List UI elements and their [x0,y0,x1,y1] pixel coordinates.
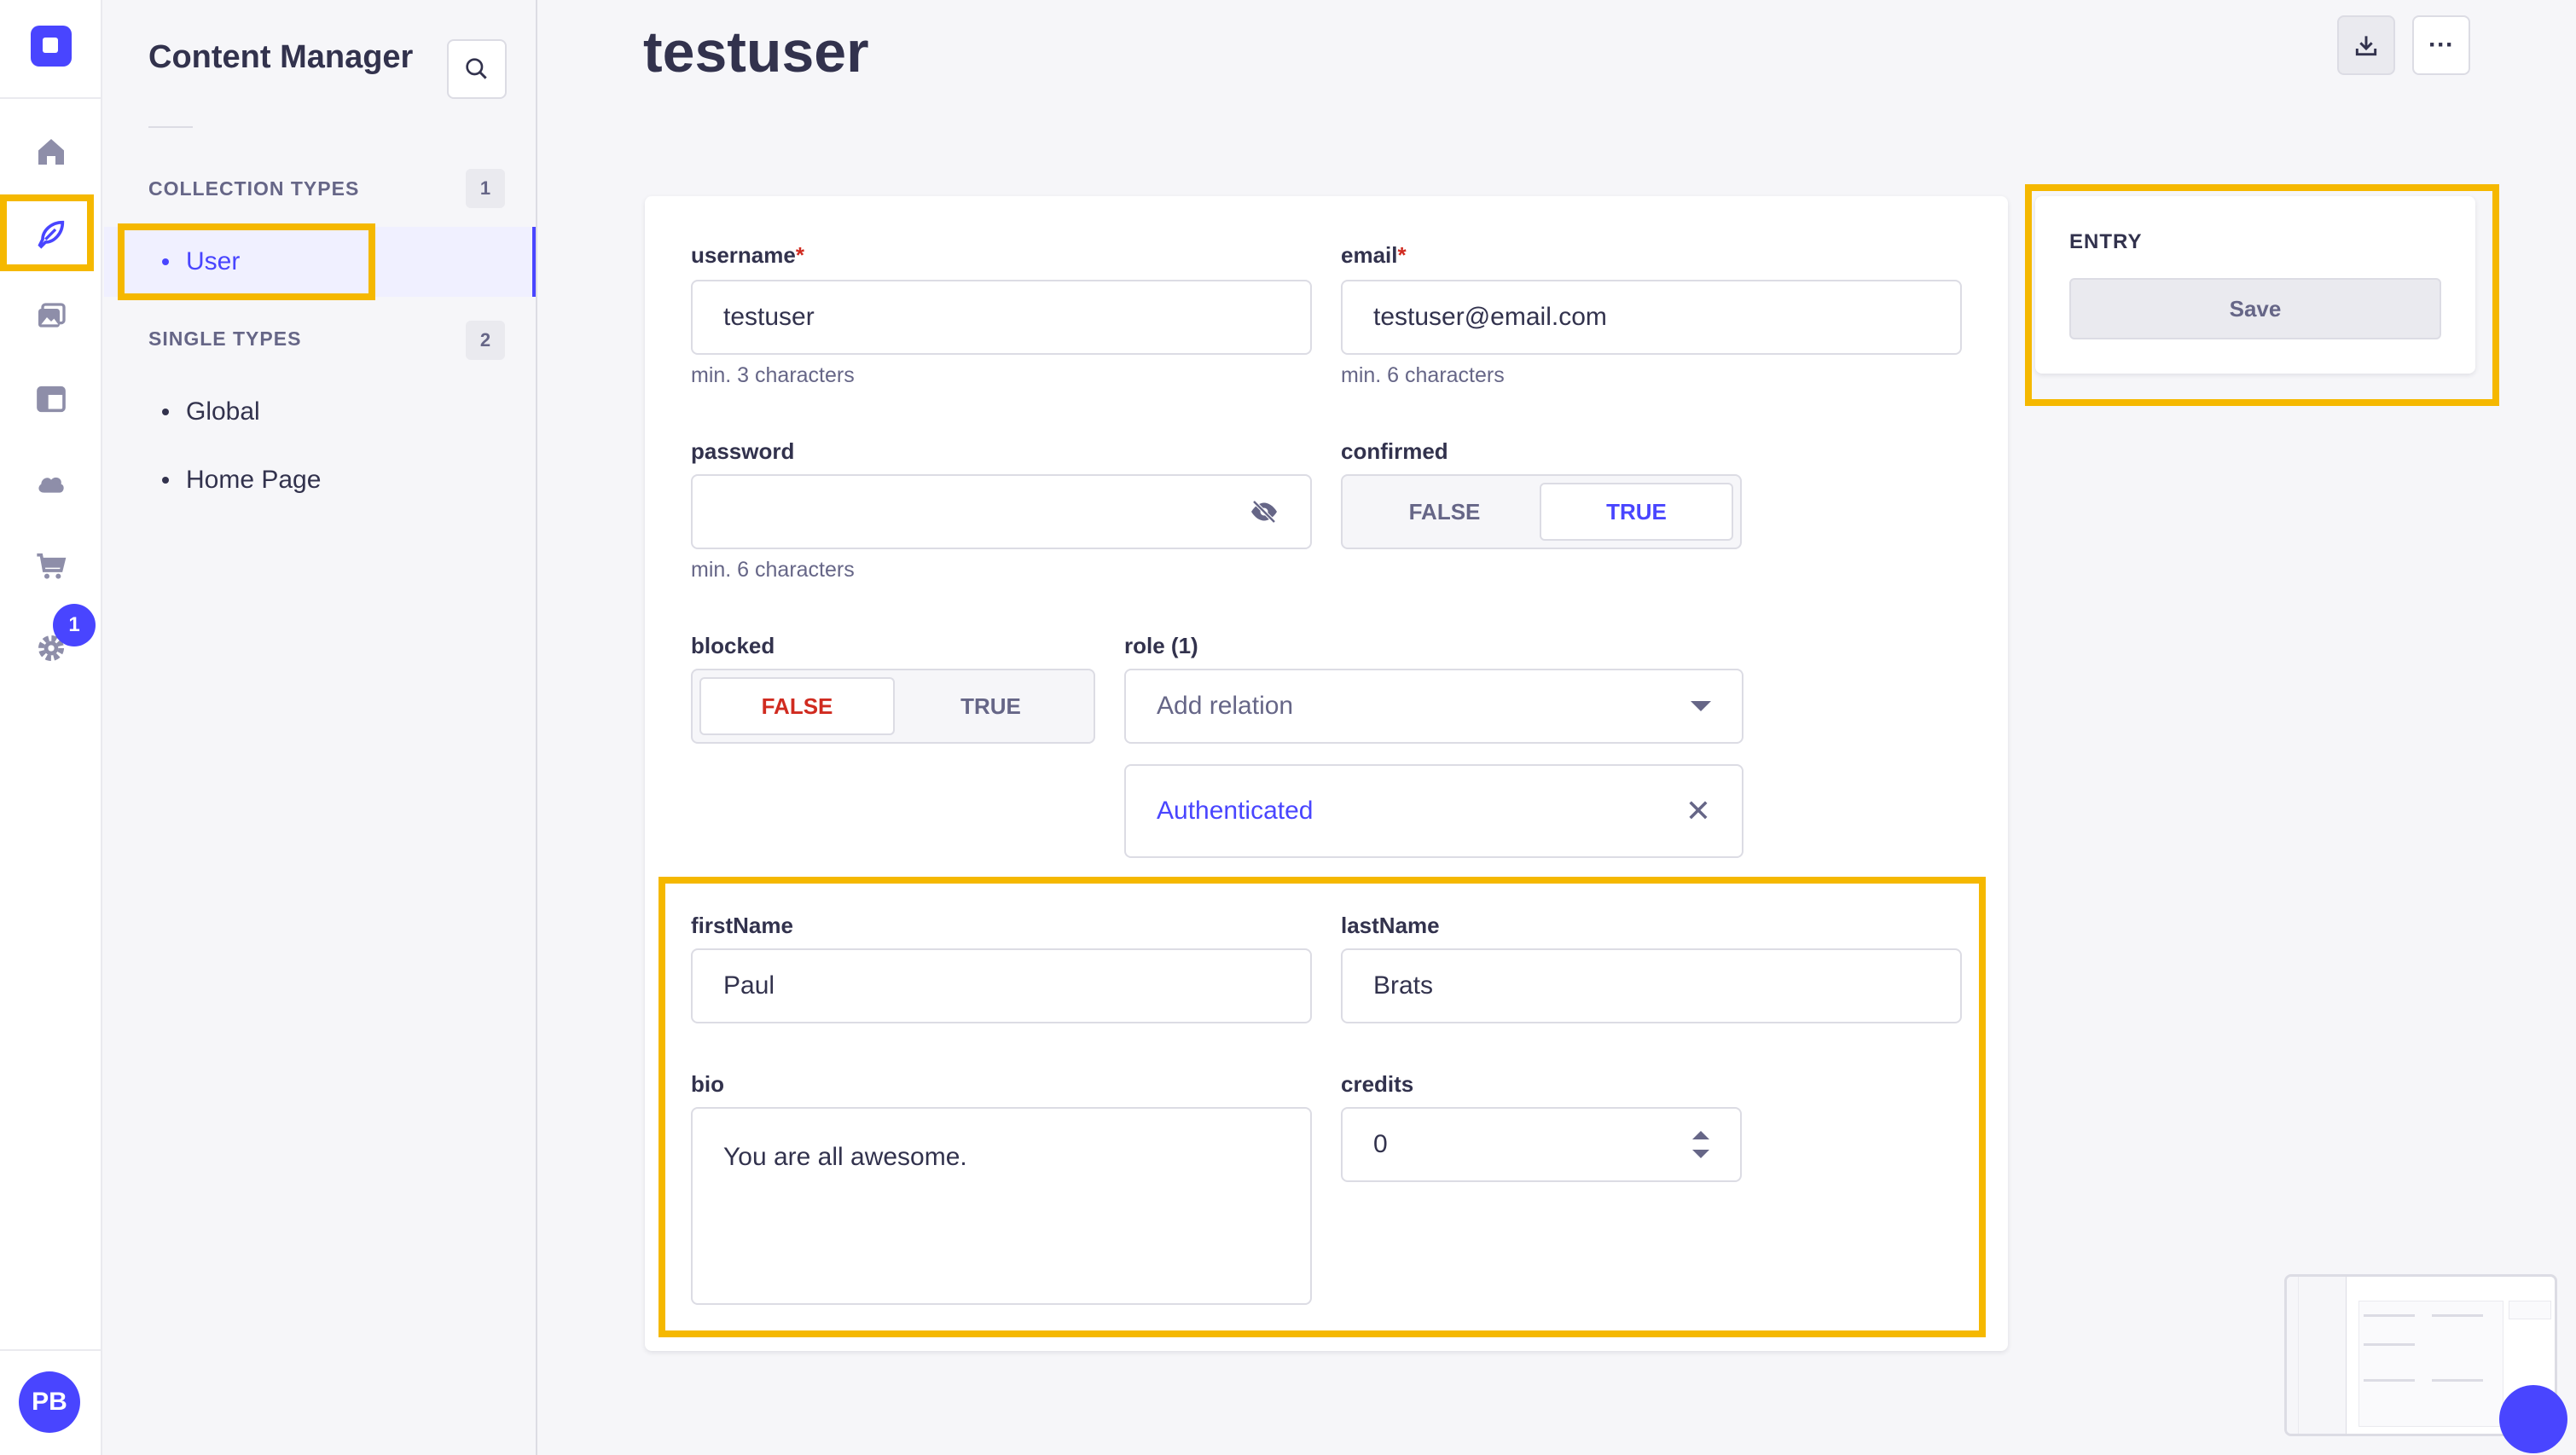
notification-badge: 1 [53,604,96,646]
thumbnail-card [2358,1301,2503,1427]
email-label: email* [1341,242,1407,268]
main-nav-rail: 1 PB [0,0,102,1455]
arrow-up-icon[interactable] [1692,1131,1709,1139]
email-input[interactable]: testuser@email.com [1341,280,1962,355]
thumbnail-line [2364,1343,2415,1346]
edit-form-card: username* testuser min. 3 characters ema… [645,196,2008,1351]
user-avatar[interactable]: PB [19,1371,80,1433]
number-stepper[interactable] [1692,1131,1709,1158]
thumbnail-line [2364,1314,2415,1317]
blocked-toggle[interactable]: FALSE TRUE [691,669,1095,744]
layout-icon[interactable] [32,380,70,418]
bio-textarea[interactable]: You are all awesome. [691,1107,1312,1305]
thumbnail-rail [2287,1277,2299,1434]
subnav-divider [148,126,193,128]
search-icon [466,58,487,79]
nav-item-label: Global [186,397,260,426]
nav-item-user[interactable]: User [104,227,536,297]
thumbnail-entry [2509,1301,2551,1319]
download-button[interactable] [2337,15,2395,75]
role-label: role (1) [1124,633,1198,658]
rail-divider [0,1349,102,1351]
bio-label: bio [691,1071,724,1097]
username-hint: min. 3 characters [691,363,855,387]
single-types-count: 2 [466,321,505,360]
confirmed-label: confirmed [1341,438,1448,464]
username-label: username* [691,242,804,268]
cloud-icon[interactable] [32,464,70,501]
blocked-label: blocked [691,633,775,658]
relation-item-label[interactable]: Authenticated [1157,797,1313,826]
nav-item-global[interactable]: Global [104,377,536,447]
entry-panel: ENTRY Save [2035,196,2475,374]
page-title: testuser [643,20,869,84]
lastname-input[interactable]: Brats [1341,948,1962,1023]
media-library-icon[interactable] [32,299,70,336]
single-types-label: SINGLE TYPES [148,328,302,350]
save-button[interactable]: Save [2069,278,2441,339]
nav-item-label: User [186,247,241,275]
firstname-label: firstName [691,913,793,938]
close-icon[interactable]: ✕ [1685,793,1711,829]
entry-label: ENTRY [2069,230,2143,253]
home-icon[interactable] [32,133,70,171]
confirmed-true-option[interactable]: TRUE [1540,483,1733,541]
credits-number-input[interactable]: 0 [1341,1107,1742,1182]
firstname-input[interactable]: Paul [691,948,1312,1023]
password-input[interactable] [691,474,1312,549]
confirmed-toggle[interactable]: FALSE TRUE [1341,474,1742,549]
role-relation-select[interactable]: Add relation [1124,669,1743,744]
bullet-icon [162,409,169,415]
search-button[interactable] [447,39,507,99]
cart-icon[interactable] [32,548,70,585]
nav-item-home-page[interactable]: Home Page [104,445,536,515]
collection-types-label: COLLECTION TYPES [148,177,360,200]
blocked-true-option[interactable]: TRUE [895,677,1087,735]
bullet-icon [162,477,169,484]
more-options-button[interactable]: ··· [2412,15,2470,75]
thumbnail-line [2432,1314,2483,1317]
rail-divider [0,97,102,99]
eye-off-icon[interactable] [1249,496,1279,527]
password-label: password [691,438,795,464]
thumbnail-line [2432,1379,2483,1382]
password-hint: min. 6 characters [691,558,855,582]
strapi-logo-icon[interactable] [31,26,72,67]
feather-icon[interactable] [32,215,70,252]
username-input[interactable]: testuser [691,280,1312,355]
bullet-icon [162,258,169,265]
subnav-title: Content Manager [148,39,414,75]
lastname-label: lastName [1341,913,1440,938]
help-button[interactable] [2499,1385,2567,1453]
thumbnail-line [2364,1379,2415,1382]
relation-item[interactable]: Authenticated ✕ [1124,764,1743,858]
content-manager-subnav: Content Manager COLLECTION TYPES 1 User … [104,0,537,1455]
download-icon [2355,36,2377,56]
thumbnail-subnav [2299,1277,2347,1434]
caret-down-icon [1691,701,1711,711]
credits-label: credits [1341,1071,1414,1097]
confirmed-false-option[interactable]: FALSE [1349,483,1540,541]
email-hint: min. 6 characters [1341,363,1505,387]
nav-item-label: Home Page [186,466,322,494]
collection-types-count: 1 [466,169,505,208]
blocked-false-option[interactable]: FALSE [699,677,895,735]
arrow-down-icon[interactable] [1692,1150,1709,1158]
